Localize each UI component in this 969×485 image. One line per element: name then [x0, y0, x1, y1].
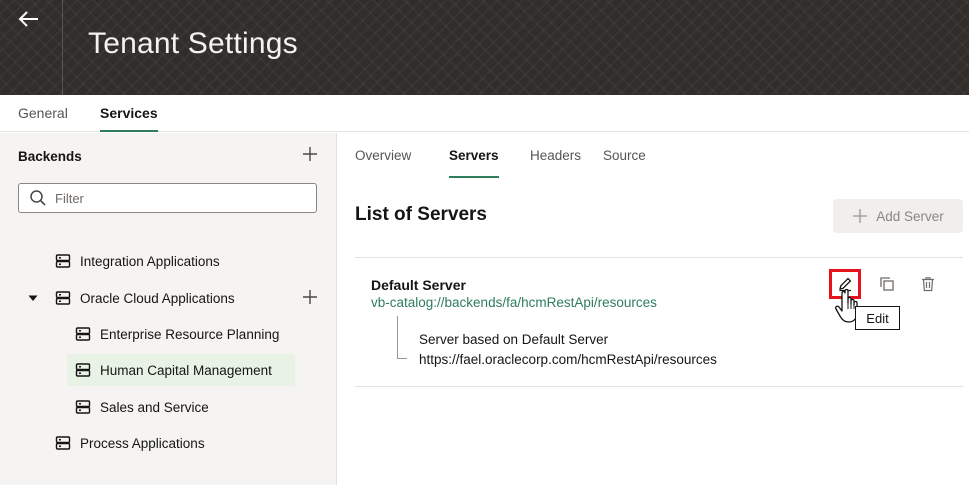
- connector-line: [397, 316, 398, 358]
- plus-icon: [853, 209, 868, 223]
- page-header: Tenant Settings: [0, 0, 969, 95]
- tree-item-label: Integration Applications: [80, 253, 220, 269]
- add-server-button[interactable]: Add Server: [833, 199, 963, 233]
- tree-item-oracle-cloud-applications[interactable]: Oracle Cloud Applications: [55, 282, 295, 314]
- tree-item-process-applications[interactable]: Process Applications: [55, 427, 295, 459]
- top-tab-bar: General Services: [0, 95, 969, 132]
- server-stack-icon: [75, 327, 91, 341]
- back-button[interactable]: [14, 6, 44, 32]
- sub-tab-bar: Overview Servers Headers Source: [338, 133, 969, 178]
- server-url-link[interactable]: vb-catalog://backends/fa/hcmRestApi/reso…: [371, 295, 657, 310]
- tree-item-enterprise-resource-planning[interactable]: Enterprise Resource Planning: [75, 318, 295, 350]
- header-divider: [62, 0, 63, 95]
- server-stack-icon: [75, 363, 91, 377]
- plus-icon: [303, 147, 317, 161]
- tab-services[interactable]: Services: [100, 105, 158, 132]
- filter-input[interactable]: [55, 186, 305, 210]
- server-description: Server based on Default Server: [419, 332, 609, 347]
- tree-item-label: Oracle Cloud Applications: [80, 290, 235, 306]
- filter-field[interactable]: [18, 183, 317, 213]
- search-icon: [30, 190, 46, 206]
- edit-tooltip: Edit: [855, 306, 900, 330]
- tab-source[interactable]: Source: [603, 148, 646, 178]
- chevron-down-icon[interactable]: [27, 292, 39, 304]
- delete-server-button[interactable]: [912, 269, 944, 299]
- server-name: Default Server: [371, 277, 466, 293]
- trash-icon: [922, 277, 934, 292]
- server-stack-icon: [55, 436, 71, 450]
- tree-item-label: Enterprise Resource Planning: [100, 326, 280, 342]
- tree-item-human-capital-management[interactable]: Human Capital Management: [67, 354, 295, 386]
- tab-servers[interactable]: Servers: [449, 148, 499, 178]
- tree-item-integration-applications[interactable]: Integration Applications: [55, 245, 295, 277]
- plus-icon: [303, 290, 317, 304]
- tree-item-label: Human Capital Management: [100, 362, 272, 378]
- add-server-label: Add Server: [876, 208, 944, 224]
- arrow-left-icon: [18, 11, 38, 27]
- list-of-servers-title: List of Servers: [355, 204, 487, 225]
- tree-item-label: Sales and Service: [100, 399, 209, 415]
- connector-line: [397, 358, 407, 359]
- tree-item-sales-and-service[interactable]: Sales and Service: [75, 391, 295, 423]
- server-stack-icon: [75, 400, 91, 414]
- add-oracle-cloud-item-button[interactable]: [298, 285, 322, 309]
- backends-title: Backends: [18, 149, 82, 164]
- copy-icon: [880, 277, 894, 291]
- duplicate-server-button[interactable]: [871, 269, 903, 299]
- page-title: Tenant Settings: [88, 27, 298, 60]
- add-backend-button[interactable]: [298, 142, 322, 166]
- server-resolved-url: https://fael.oraclecorp.com/hcmRestApi/r…: [419, 352, 717, 367]
- tab-headers[interactable]: Headers: [530, 148, 581, 178]
- tab-overview[interactable]: Overview: [355, 148, 411, 178]
- tree-item-label: Process Applications: [80, 435, 205, 451]
- server-stack-icon: [55, 291, 71, 305]
- server-stack-icon: [55, 254, 71, 268]
- tab-general[interactable]: General: [18, 105, 68, 132]
